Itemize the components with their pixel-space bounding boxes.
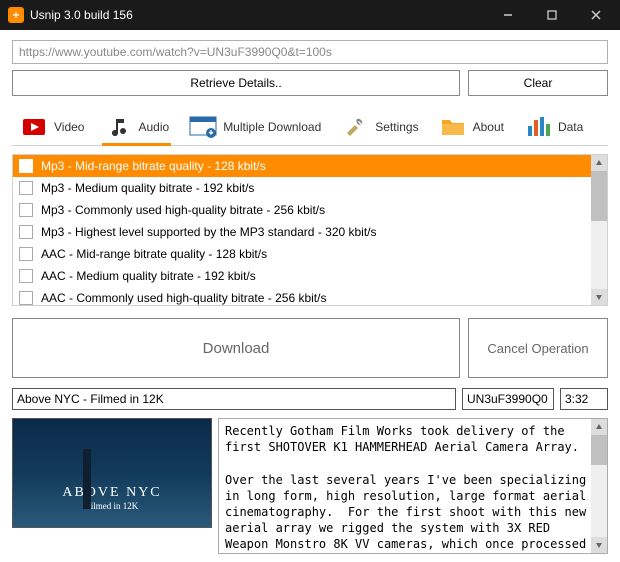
tab-about[interactable]: About [437, 110, 506, 146]
format-row[interactable]: Mp3 - Highest level supported by the MP3… [13, 221, 607, 243]
scroll-up-icon[interactable] [591, 155, 607, 171]
tab-data[interactable]: Data [522, 110, 585, 146]
thumb-title: ABOVE NYC [62, 485, 161, 501]
chart-bars-icon [524, 115, 552, 139]
retrieve-button[interactable]: Retrieve Details.. [12, 70, 460, 96]
video-title-field[interactable]: Above NYC - Filmed in 12K [12, 388, 456, 410]
list-scrollbar[interactable] [591, 155, 607, 305]
video-thumbnail: ABOVE NYC Filmed in 12K [12, 418, 212, 528]
scroll-down-icon[interactable] [591, 537, 607, 553]
format-label: AAC - Commonly used high-quality bitrate… [41, 291, 326, 305]
tools-icon [341, 115, 369, 139]
format-row[interactable]: Mp3 - Commonly used high-quality bitrate… [13, 199, 607, 221]
tab-label: Audio [138, 120, 169, 134]
format-row[interactable]: Mp3 - Mid-range bitrate quality - 128 kb… [13, 155, 607, 177]
format-checkbox[interactable] [19, 203, 33, 217]
format-label: Mp3 - Commonly used high-quality bitrate… [41, 203, 325, 217]
tab-label: Settings [375, 120, 418, 134]
cancel-button[interactable]: Cancel Operation [468, 318, 608, 378]
scroll-up-icon[interactable] [591, 419, 607, 435]
music-note-icon [104, 115, 132, 139]
tab-multiple[interactable]: Multiple Download [187, 110, 323, 146]
tab-settings[interactable]: Settings [339, 110, 420, 146]
format-checkbox[interactable] [19, 247, 33, 261]
format-label: AAC - Medium quality bitrate - 192 kbit/… [41, 269, 256, 283]
format-checkbox[interactable] [19, 269, 33, 283]
url-input[interactable] [12, 40, 608, 64]
scroll-thumb[interactable] [591, 171, 607, 221]
format-label: AAC - Mid-range bitrate quality - 128 kb… [41, 247, 267, 261]
play-icon [20, 115, 48, 139]
format-checkbox[interactable] [19, 159, 33, 173]
maximize-button[interactable] [530, 0, 574, 30]
scroll-thumb[interactable] [591, 435, 607, 465]
browser-download-icon [189, 115, 217, 139]
format-checkbox[interactable] [19, 291, 33, 305]
format-row[interactable]: AAC - Medium quality bitrate - 192 kbit/… [13, 265, 607, 287]
format-row[interactable]: Mp3 - Medium quality bitrate - 192 kbit/… [13, 177, 607, 199]
window-title: Usnip 3.0 build 156 [30, 8, 486, 22]
minimize-button[interactable] [486, 0, 530, 30]
scroll-down-icon[interactable] [591, 289, 607, 305]
desc-scrollbar[interactable] [591, 419, 607, 553]
tab-audio[interactable]: Audio [102, 110, 171, 146]
tab-label: About [473, 120, 504, 134]
thumb-subtitle: Filmed in 12K [62, 501, 161, 511]
format-label: Mp3 - Medium quality bitrate - 192 kbit/… [41, 181, 254, 195]
format-list: Mp3 - Mid-range bitrate quality - 128 kb… [12, 154, 608, 306]
format-checkbox[interactable] [19, 225, 33, 239]
format-label: Mp3 - Mid-range bitrate quality - 128 kb… [41, 159, 266, 173]
app-icon [8, 7, 24, 23]
format-checkbox[interactable] [19, 181, 33, 195]
tab-label: Video [54, 120, 84, 134]
close-button[interactable] [574, 0, 618, 30]
clear-button[interactable]: Clear [468, 70, 608, 96]
tab-label: Multiple Download [223, 120, 321, 134]
download-button[interactable]: Download [12, 318, 460, 378]
format-row[interactable]: AAC - Commonly used high-quality bitrate… [13, 287, 607, 305]
folder-icon [439, 115, 467, 139]
tab-video[interactable]: Video [18, 110, 86, 146]
titlebar: Usnip 3.0 build 156 [0, 0, 620, 30]
video-id-field[interactable]: UN3uF3990Q0 [462, 388, 554, 410]
description-box[interactable] [219, 419, 607, 553]
format-row[interactable]: AAC - Mid-range bitrate quality - 128 kb… [13, 243, 607, 265]
format-label: Mp3 - Highest level supported by the MP3… [41, 225, 377, 239]
tab-label: Data [558, 120, 583, 134]
tab-bar: Video Audio Multiple Download Settings A… [12, 106, 608, 146]
video-duration-field[interactable]: 3:32 [560, 388, 608, 410]
